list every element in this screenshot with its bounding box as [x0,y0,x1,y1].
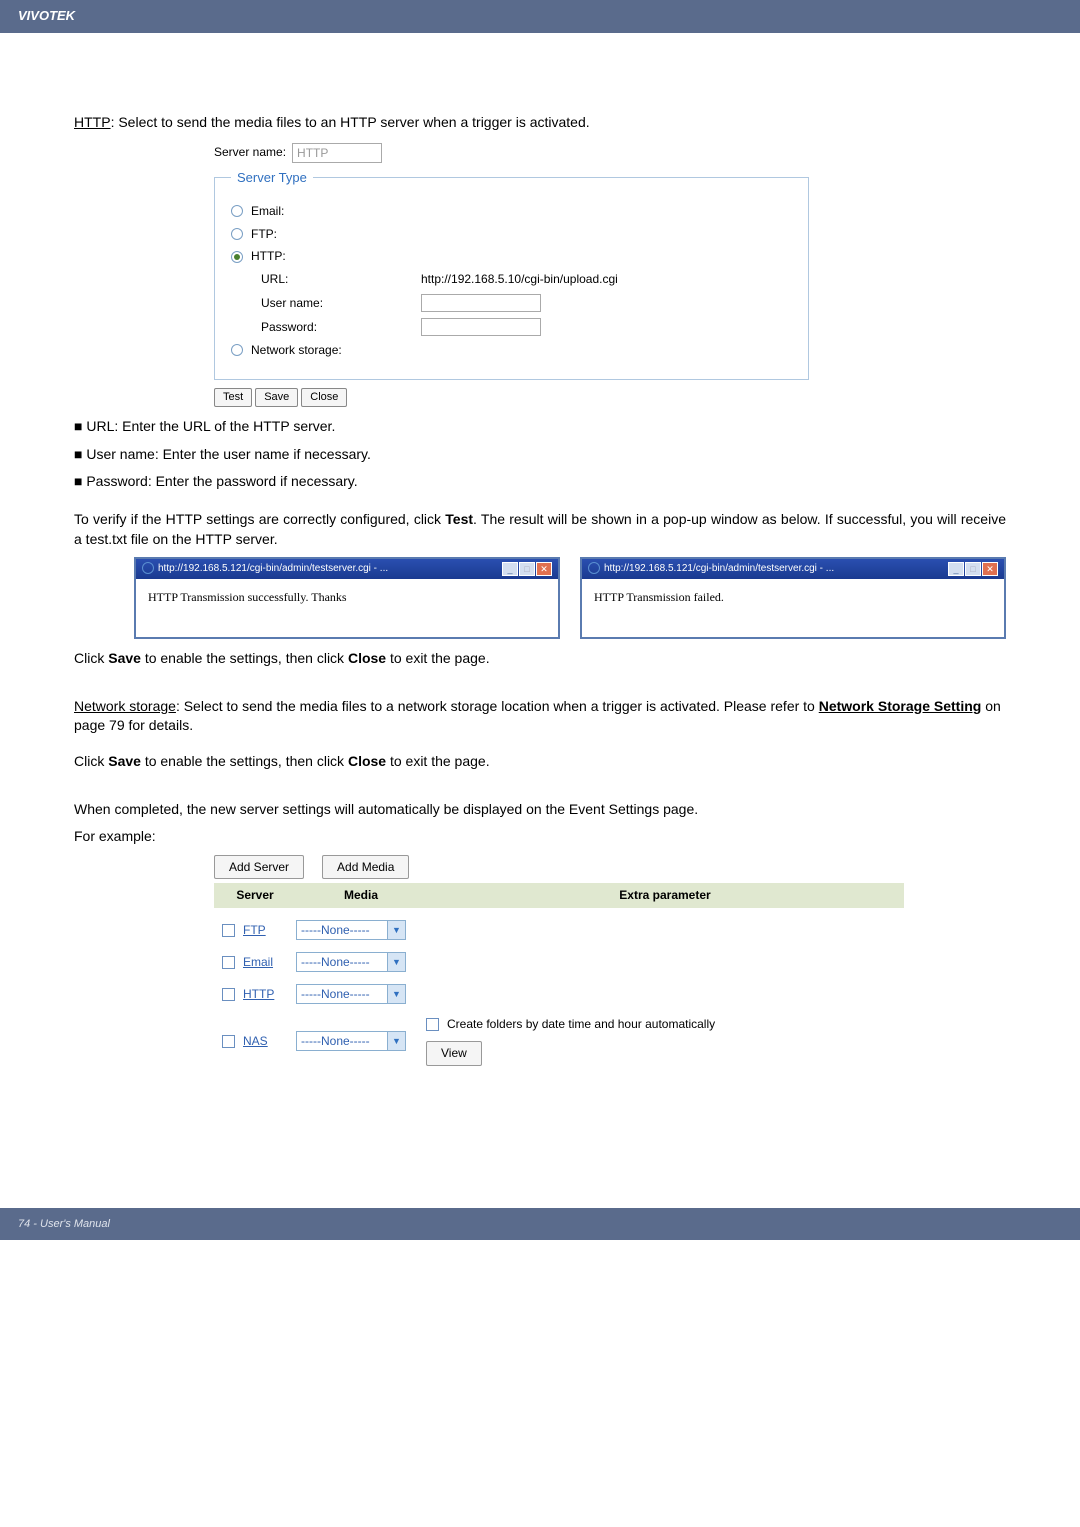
http-radio-label: HTTP: [251,248,286,265]
add-server-button[interactable]: Add Server [214,855,304,880]
chevron-down-icon: ▼ [387,985,405,1003]
checkbox-ftp[interactable] [222,924,235,937]
popup-success-titlebar: http://192.168.5.121/cgi-bin/admin/tests… [136,559,558,579]
bullet-user: ■ User name: Enter the user name if nece… [74,445,1006,465]
verify-test-word: Test [445,511,473,527]
ftp-media-select[interactable]: -----None----- ▼ [296,920,406,940]
username-label: User name: [261,295,421,312]
table-row: FTP -----None----- ▼ [214,920,904,940]
http-link[interactable]: HTTP [243,986,274,1003]
http-media-select[interactable]: -----None----- ▼ [296,984,406,1004]
bullet-pass: ■ Password: Enter the password if necess… [74,472,1006,492]
network-storage-label: Network storage: [251,342,342,359]
http-desc: : Select to send the media files to an H… [111,114,590,130]
ftp-link[interactable]: FTP [243,922,266,939]
server-type-legend: Server Type [231,169,313,187]
ie-icon [142,562,154,574]
popup-fail-titlebar: http://192.168.5.121/cgi-bin/admin/tests… [582,559,1004,579]
http-label: HTTP [74,114,111,130]
minimize-icon[interactable]: _ [948,562,964,576]
test-button[interactable]: Test [214,388,252,407]
checkbox-http[interactable] [222,988,235,1001]
popup-fail: http://192.168.5.121/cgi-bin/admin/tests… [580,557,1006,639]
email-label: Email: [251,203,284,220]
popup-success-body: HTTP Transmission successfully. Thanks [136,579,558,637]
table-row: NAS -----None----- ▼ Create folders by d… [214,1016,904,1066]
url-label: URL: [261,271,421,288]
event-table-header: Server Media Extra parameter [214,883,904,908]
close-icon[interactable]: ✕ [982,562,998,576]
radio-ftp[interactable] [231,228,243,240]
page-number: 74 - User's Manual [18,1218,110,1230]
password-label: Password: [261,319,421,336]
popup-title-text: http://192.168.5.121/cgi-bin/admin/tests… [604,563,834,574]
page-content: HTTP: Select to send the media files to … [0,73,1080,1138]
minimize-icon[interactable]: _ [502,562,518,576]
nas-create-label: Create folders by date time and hour aut… [447,1016,715,1033]
radio-http[interactable] [231,251,243,263]
completed-line2: For example: [74,827,1006,847]
save-button[interactable]: Save [255,388,298,407]
nas-link[interactable]: NAS [243,1033,268,1050]
checkbox-nas[interactable] [222,1035,235,1048]
add-media-button[interactable]: Add Media [322,855,409,880]
bullet-url: ■ URL: Enter the URL of the HTTP server. [74,417,1006,437]
event-table: Add Server Add Media Server Media Extra … [214,855,904,1066]
page-footer: 74 - User's Manual [0,1208,1080,1240]
header-extra: Extra parameter [426,883,904,908]
verify-text-a: To verify if the HTTP settings are corre… [74,511,445,527]
radio-email[interactable] [231,205,243,217]
ftp-label: FTP: [251,226,277,243]
username-input[interactable] [421,294,541,312]
popup-row: http://192.168.5.121/cgi-bin/admin/tests… [134,557,1006,639]
maximize-icon[interactable]: □ [519,562,535,576]
popup-title-text: http://192.168.5.121/cgi-bin/admin/tests… [158,563,388,574]
checkbox-create-folders[interactable] [426,1018,439,1031]
verify-paragraph: To verify if the HTTP settings are corre… [74,510,1006,549]
header-server: Server [214,883,296,908]
server-type-fieldset: Server Type Email: FTP: HTTP: URL: http:… [214,169,809,380]
server-name-label: Server name: [214,144,286,161]
close-button[interactable]: Close [301,388,347,407]
server-form: Server name: Server Type Email: FTP: HTT… [214,143,809,408]
ie-icon [588,562,600,574]
chevron-down-icon: ▼ [387,921,405,939]
header-rule [0,31,1080,33]
page-header: VIVOTEK [0,0,1080,31]
header-media: Media [296,883,426,908]
table-row: Email -----None----- ▼ [214,952,904,972]
popup-fail-body: HTTP Transmission failed. [582,579,1004,637]
chevron-down-icon: ▼ [387,1032,405,1050]
radio-network-storage[interactable] [231,344,243,356]
network-storage-link[interactable]: Network Storage Setting [819,698,982,714]
popup-success: http://192.168.5.121/cgi-bin/admin/tests… [134,557,560,639]
close-icon[interactable]: ✕ [536,562,552,576]
save-close-para-2: Click Save to enable the settings, then … [74,752,1006,772]
server-name-input[interactable] [292,143,382,163]
network-storage-text: : Select to send the media files to a ne… [176,698,819,714]
email-link[interactable]: Email [243,954,273,971]
chevron-down-icon: ▼ [387,953,405,971]
http-intro: HTTP: Select to send the media files to … [74,113,1006,133]
password-input[interactable] [421,318,541,336]
nas-view-button[interactable]: View [426,1041,482,1066]
url-value: http://192.168.5.10/cgi-bin/upload.cgi [421,271,618,288]
checkbox-email[interactable] [222,956,235,969]
brand-label: VIVOTEK [18,8,75,23]
email-media-select[interactable]: -----None----- ▼ [296,952,406,972]
completed-line1: When completed, the new server settings … [74,800,1006,820]
table-row: HTTP -----None----- ▼ [214,984,904,1004]
nas-media-select[interactable]: -----None----- ▼ [296,1031,406,1051]
network-storage-label: Network storage [74,698,176,714]
network-storage-para: Network storage: Select to send the medi… [74,697,1006,736]
save-close-para-1: Click Save to enable the settings, then … [74,649,1006,669]
maximize-icon[interactable]: □ [965,562,981,576]
